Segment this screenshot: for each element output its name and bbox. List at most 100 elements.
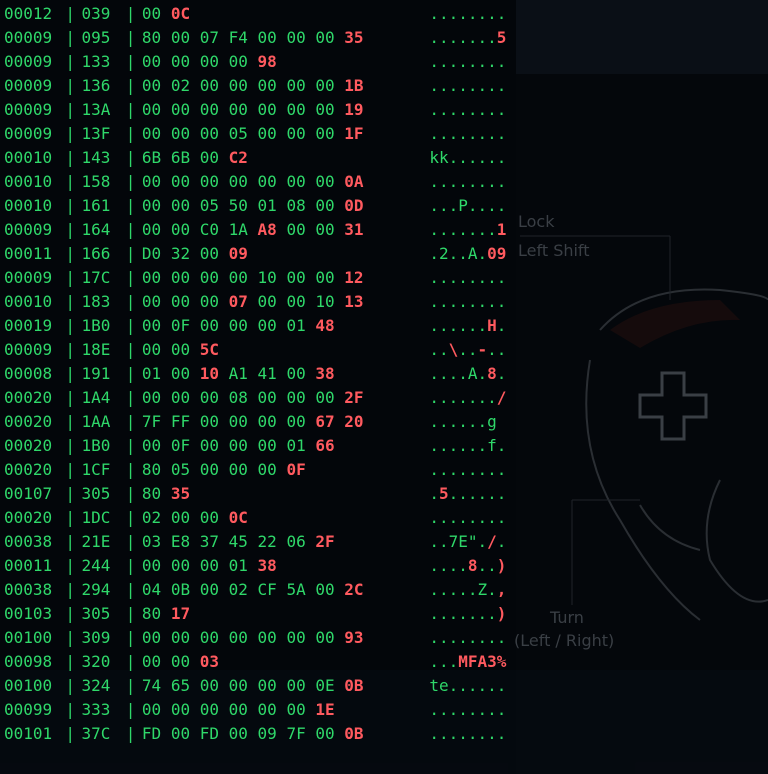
changed-byte: 5C [199,340,219,359]
data-byte: 00 [141,436,162,455]
data-byte: 80 [141,604,162,623]
column-separator: | [125,124,136,143]
ascii-fragment: . [496,532,507,551]
data-byte: 22 [257,532,277,551]
data-byte: 6B [141,148,162,167]
packet-count: 00009 [4,340,53,359]
data-byte: 65 [170,676,191,695]
ascii-fragment: kk...... [429,148,507,167]
column-separator: | [65,412,75,431]
ascii-preview: .......5 [425,26,520,50]
column-separator: | [65,220,75,239]
log-row: 00009 | 133 | 00 00 00 00 98........ [0,50,520,74]
data-byte: 00 [199,172,219,191]
data-bytes: 74 65 00 00 00 00 0E 0B [142,674,425,698]
column-separator: | [65,124,75,143]
ascii-fragment: ........ [429,628,507,647]
column-separator: | [65,196,75,215]
data-bytes: FD 00 FD 00 09 7F 00 0B [142,722,425,746]
column-separator: | [65,388,75,407]
data-byte: 09 [257,724,277,743]
ascii-preview: ....8..) [425,554,520,578]
data-byte: 00 [141,220,162,239]
data-byte: 00 [141,124,162,143]
column-separator: | [65,460,75,479]
log-row: 00100 | 324 | 74 65 00 00 00 00 0E 0B te.....… [0,674,520,698]
changed-byte: 2C [344,580,364,599]
data-byte: 00 [199,388,219,407]
ascii-fragment: ....... [429,220,497,239]
data-byte: 00 [315,628,335,647]
data-bytes: 00 00 03 [142,650,425,674]
data-byte: 01 [228,556,248,575]
ascii-fragment: ......f. [429,436,507,455]
data-byte: 00 [257,76,277,95]
column-separator: | [65,172,75,191]
ascii-preview: ......./ [425,386,520,410]
column-separator: | [125,508,136,527]
data-byte: 00 [170,268,191,287]
log-row: 00010 | 143 | 6B 6B 00 C2 kk...... [0,146,520,170]
data-byte: 05 [170,460,191,479]
column-separator: | [125,4,136,23]
ascii-preview: ........ [425,626,520,650]
can-id: 17C [81,268,111,287]
packet-count: 00101 [4,724,53,743]
data-byte: 00 [199,148,219,167]
ascii-fragment: ... [429,652,459,671]
data-byte: 00 [286,628,306,647]
log-row: 00101 | 37C | FD 00 FD 00 09 7F 00 0B.......… [0,722,520,746]
data-byte: CF [257,580,277,599]
can-id: 183 [81,292,111,311]
ascii-fragment: ........ [429,172,507,191]
packet-count: 00009 [4,28,53,47]
ascii-fragment: \ [448,340,459,359]
data-byte: 00 [257,316,277,335]
can-id: 37C [81,724,111,743]
data-byte: E8 [170,532,191,551]
ascii-fragment: . [429,484,439,503]
ascii-fragment: ........ [429,508,507,527]
log-row: 00098 | 320 | 00 00 03 ...MFA3% [0,650,520,674]
data-byte: FD [141,724,162,743]
ascii-fragment: .. [458,340,478,359]
data-byte: 0F [170,436,191,455]
can-id: 039 [81,4,111,23]
can-log[interactable]: 00012 | 039 | 00 0C........ 00009 | 095 | 80 00 0… [0,2,520,746]
column-separator: | [65,340,75,359]
data-bytes: 00 0F 00 00 00 01 66 [142,434,425,458]
column-separator: | [125,724,136,743]
data-byte: 00 [141,340,162,359]
changed-byte: 35 [170,484,191,503]
data-byte: 80 [141,484,162,503]
log-row: 00010 | 161 | 00 00 05 50 01 08 00 0D ...P...… [0,194,520,218]
ascii-preview: .......1 [425,218,520,242]
data-byte: 00 [257,436,277,455]
column-separator: | [125,364,136,383]
log-row: 00020 | 1DC | 02 00 00 0C........ [0,506,520,530]
packet-count: 00010 [4,196,53,215]
data-byte: 00 [228,268,248,287]
column-separator: | [125,652,136,671]
ascii-fragment: .. [477,556,497,575]
data-byte: 00 [170,340,191,359]
changed-byte: 0C [228,508,248,527]
ascii-preview: ........ [425,122,520,146]
data-byte: 00 [257,100,277,119]
can-id: 143 [81,148,111,167]
changed-byte: 1E [315,700,335,719]
ascii-preview: ......g [425,410,520,434]
changed-byte: 38 [315,364,335,383]
data-bytes: D0 32 00 09 [142,242,425,266]
can-id: 320 [81,652,111,671]
data-bytes: 7F FF 00 00 00 00 67 20 [142,410,425,434]
data-byte: 00 [315,724,335,743]
log-row: 00020 | 1A4 | 00 00 00 08 00 00 00 2F.......… [0,386,520,410]
ascii-fragment: ........ [429,4,507,23]
packet-count: 00010 [4,292,53,311]
changed-byte: 20 [344,412,364,431]
data-byte: 00 [228,52,248,71]
data-byte: 00 [170,220,191,239]
ascii-fragment: ....A. [429,364,488,383]
data-byte: 32 [170,244,191,263]
